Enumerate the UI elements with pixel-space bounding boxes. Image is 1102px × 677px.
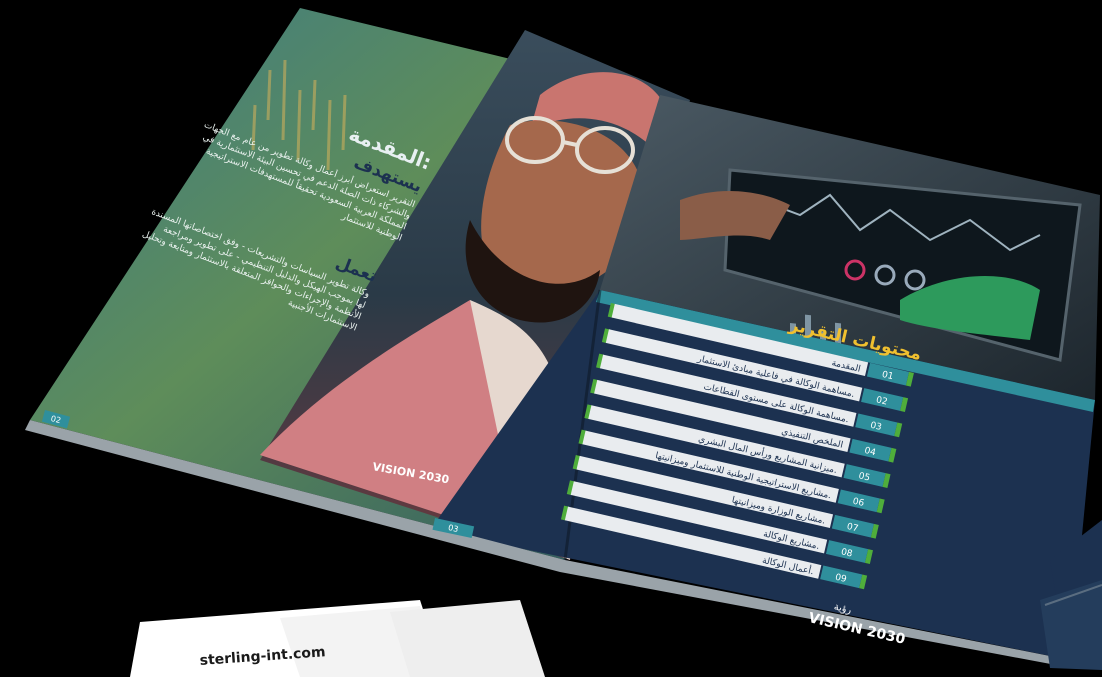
business-cards: sterling-int.com: [130, 600, 545, 677]
brochure-scene: المقدمة: يستهدف التقرير استعراض أبرز أعم…: [25, 8, 1102, 677]
